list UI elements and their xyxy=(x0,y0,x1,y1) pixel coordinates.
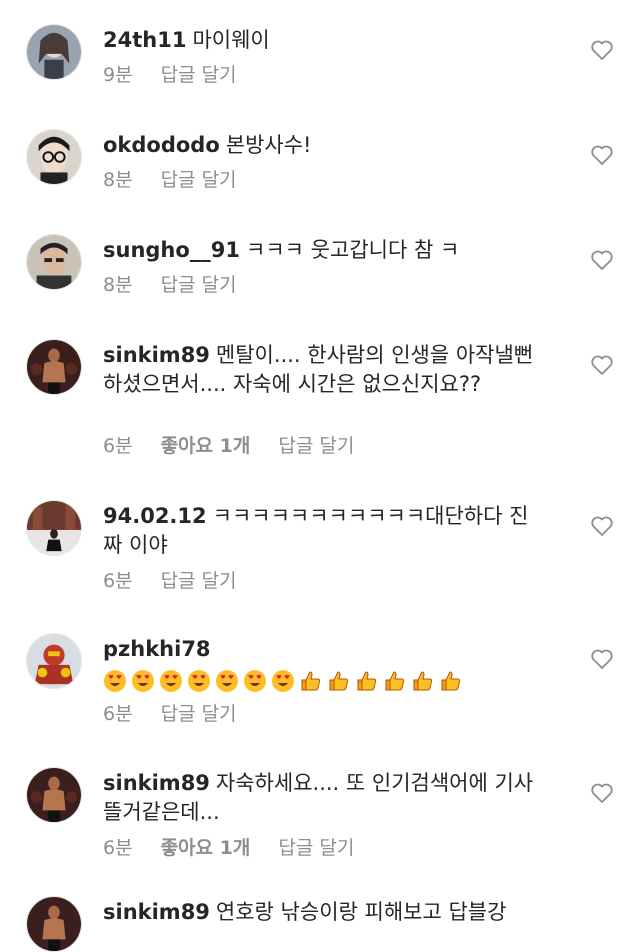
comment-time: 6분 xyxy=(103,837,133,859)
heart-eyes-emoji-icon xyxy=(244,670,266,692)
comment-time: 6분 xyxy=(103,570,133,592)
emoji-row xyxy=(103,669,463,693)
heart-icon[interactable] xyxy=(590,781,614,805)
comment-username[interactable]: pzhkhi78 xyxy=(103,637,211,661)
avatar[interactable] xyxy=(26,633,82,689)
comment-username[interactable]: sinkim89 xyxy=(103,771,210,795)
heart-icon[interactable] xyxy=(590,143,614,167)
comment-meta: 6분 좋아요 1개 답글 달기 xyxy=(103,833,382,860)
reply-button[interactable]: 답글 달기 xyxy=(278,837,354,859)
thumbs-up-emoji-icon xyxy=(441,671,461,691)
heart-icon[interactable] xyxy=(590,647,614,671)
likes-count[interactable]: 좋아요 1개 xyxy=(161,837,251,859)
comment-body: okdododo 본방사수! xyxy=(103,131,543,160)
comment-username[interactable]: 24th11 xyxy=(103,28,186,52)
comment-text: 연호랑 낚승이랑 피해보고 답블강 xyxy=(215,900,507,924)
avatar[interactable] xyxy=(26,339,82,395)
heart-eyes-emoji-icon xyxy=(104,670,126,692)
heart-eyes-emoji-icon xyxy=(216,670,238,692)
heart-icon[interactable] xyxy=(590,38,614,62)
comment-body: sinkim89 연호랑 낚승이랑 피해보고 답블강 xyxy=(103,898,543,927)
avatar[interactable] xyxy=(26,767,82,823)
heart-eyes-emoji-icon xyxy=(272,670,294,692)
avatar[interactable] xyxy=(26,24,82,80)
comment-text: ㅋㅋㅋ 웃고갑니다 참 ㅋ xyxy=(246,238,460,262)
heart-eyes-emoji-icon xyxy=(160,670,182,692)
heart-eyes-emoji-icon xyxy=(188,670,210,692)
comment-body: 24th11 마이웨이 xyxy=(103,26,543,55)
reply-button[interactable]: 답글 달기 xyxy=(161,64,237,86)
avatar[interactable] xyxy=(26,500,82,556)
avatar[interactable] xyxy=(26,234,82,290)
comment-meta: 6분 답글 달기 xyxy=(103,566,265,593)
comment-body: 94.02.12 ㅋㅋㅋㅋㅋㅋㅋㅋㅋㅋㅋ대단하다 진짜 이야 xyxy=(103,502,543,560)
comment-username[interactable]: sinkim89 xyxy=(103,900,210,924)
comment-time: 8분 xyxy=(103,274,133,296)
comment-meta: 8분 답글 달기 xyxy=(103,165,265,192)
thumbs-up-emoji-icon xyxy=(357,671,377,691)
reply-button[interactable]: 답글 달기 xyxy=(278,435,354,457)
comment-text: 본방사수! xyxy=(225,133,312,157)
comment-text: 마이웨이 xyxy=(192,28,270,52)
likes-count[interactable]: 좋아요 1개 xyxy=(161,435,251,457)
thumbs-up-emoji-icon xyxy=(413,671,433,691)
comment-username[interactable]: 94.02.12 xyxy=(103,504,207,528)
reply-button[interactable]: 답글 달기 xyxy=(161,703,237,725)
heart-icon[interactable] xyxy=(590,514,614,538)
reply-button[interactable]: 답글 달기 xyxy=(161,169,237,191)
heart-icon[interactable] xyxy=(590,248,614,272)
comment-meta: 8분 답글 달기 xyxy=(103,270,265,297)
comment-username[interactable]: sungho__91 xyxy=(103,238,240,262)
heart-icon[interactable] xyxy=(590,353,614,377)
comment-body: sinkim89 멘탈이.... 한사람의 인생을 아작낼뻔하셨으면서.... 자… xyxy=(103,341,543,399)
emoji-line xyxy=(103,666,543,695)
comment-meta: 6분 좋아요 1개 답글 달기 xyxy=(103,431,382,458)
heart-eyes-emoji-icon xyxy=(132,670,154,692)
comment-time: 9분 xyxy=(103,64,133,86)
comment-time: 8분 xyxy=(103,169,133,191)
comment-body: sungho__91 ㅋㅋㅋ 웃고갑니다 참 ㅋ xyxy=(103,236,543,265)
thumbs-up-emoji-icon xyxy=(329,671,349,691)
thumbs-up-emoji-icon xyxy=(385,671,405,691)
avatar[interactable] xyxy=(26,896,82,952)
comment-username[interactable]: okdododo xyxy=(103,133,220,157)
comment-body: pzhkhi78 xyxy=(103,635,543,695)
comment-time: 6분 xyxy=(103,703,133,725)
reply-button[interactable]: 답글 달기 xyxy=(161,274,237,296)
comment-time: 6분 xyxy=(103,435,133,457)
avatar[interactable] xyxy=(26,129,82,185)
thumbs-up-emoji-icon xyxy=(301,671,321,691)
comment-meta: 6분 답글 달기 xyxy=(103,699,265,726)
comment-body: sinkim89 자숙하세요.... 또 인기검색어에 기사뜰거같은데... xyxy=(103,769,543,827)
reply-button[interactable]: 답글 달기 xyxy=(161,570,237,592)
comment-username[interactable]: sinkim89 xyxy=(103,343,210,367)
comment-meta: 9분 답글 달기 xyxy=(103,60,265,87)
